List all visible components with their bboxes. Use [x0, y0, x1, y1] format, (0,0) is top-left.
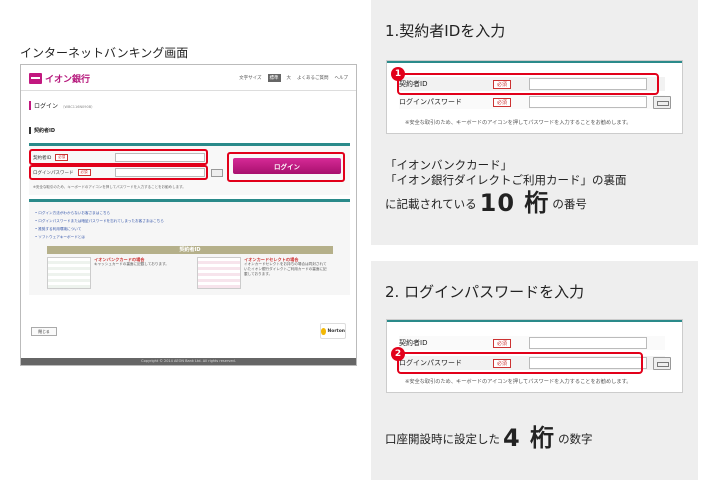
- login-button[interactable]: ログイン: [233, 158, 341, 174]
- help-link-item[interactable]: • ログインパスワードまたは暗証パスワードを忘れてしまったお客さまはこちら: [35, 217, 164, 225]
- step-badge-2: 2: [391, 347, 405, 361]
- aeon-card-select-info: イオンカードセレクトの場合 イオンカードセレクトをお持ちの場合は同封されていたイ…: [197, 257, 333, 295]
- login-heading: ログイン （WBC116N090B）: [29, 101, 95, 110]
- contract-id-input[interactable]: [529, 337, 647, 349]
- required-badge: 必須: [493, 338, 512, 348]
- step2-desc-post: の数字: [558, 432, 593, 446]
- aeon-logo: イオン銀行: [29, 72, 90, 85]
- logo-text: イオン銀行: [45, 75, 91, 85]
- aeon-logo-icon: [29, 73, 42, 84]
- step2-title: 2. ログインパスワードを入力: [385, 283, 585, 301]
- left-title: インターネットバンキング画面: [20, 46, 189, 60]
- password-highlight: [29, 165, 208, 180]
- step2-form-shot: 契約者ID 必須 ログインパスワード 必須 ※安全な取引のため、キーボードのアイ…: [386, 319, 683, 393]
- font-size-label: 文字サイズ: [239, 76, 262, 81]
- id-info-bar: 契約者ID: [47, 246, 333, 254]
- card2-text: イオンカードセレクトをお持ちの場合は同封されていたイオン銀行ダイレクトご利用カー…: [244, 262, 327, 276]
- copyright-footer: Copyright © 2014 AEON Bank Ltd. All righ…: [21, 358, 356, 365]
- step1-password-row: ログインパスワード 必須: [399, 95, 665, 109]
- step1-digit-count: 10 桁: [479, 189, 550, 217]
- required-badge: 必須: [493, 97, 512, 107]
- login-screen-mock: イオン銀行 文字サイズ 標準 大 よくあるご質問 ヘルプ ログイン （WBC116…: [20, 64, 357, 366]
- security-note: ※安全な取引のため、キーボードのアイコンを押してパスワードを入力することをお勧め…: [33, 185, 186, 189]
- step1-form-shot: 契約者ID 必須 ログインパスワード 必須 ※安全な取引のため、キーボードのアイ…: [386, 60, 683, 134]
- step2-panel: 2. ログインパスワードを入力 契約者ID 必須 ログインパスワード 必須 ※安…: [371, 261, 698, 480]
- help-link-item[interactable]: • 推奨する利用環境について: [35, 225, 164, 233]
- help-link[interactable]: ヘルプ: [335, 75, 349, 81]
- help-link-item[interactable]: • ソフトウェアキーボードとは: [35, 233, 164, 241]
- help-links: • ログイン方法がわからないお客さまはこちら • ログインパスワードまたは暗証パ…: [35, 209, 164, 241]
- contract-id-highlight: [397, 73, 659, 95]
- norton-label: Norton: [327, 328, 345, 334]
- aeon-bank-card-info: イオンバンクカードの場合 キャッシュカードの裏面に記載しております。: [47, 257, 183, 295]
- step1-panel: 1.契約者IDを入力 契約者ID 必須 ログインパスワード 必須 ※安全な取引の…: [371, 0, 698, 245]
- mock-topbar: イオン銀行 文字サイズ 標準 大 よくあるご質問 ヘルプ: [21, 65, 356, 91]
- close-button[interactable]: 閉じる: [31, 327, 57, 336]
- login-screen-code: （WBC116N090B）: [61, 105, 95, 109]
- mock-top-nav: 文字サイズ 標準 大 よくあるご質問 ヘルプ: [239, 74, 348, 82]
- help-link-item[interactable]: • ログイン方法がわからないお客さまはこちら: [35, 209, 164, 217]
- step-badge-1: 1: [391, 67, 405, 81]
- password-label: ログインパスワード: [399, 98, 462, 106]
- step1-desc-post: の番号: [552, 197, 587, 211]
- norton-seal: Norton: [320, 323, 346, 339]
- step2-description: 口座開設時に設定した 4 桁の数字: [385, 426, 593, 450]
- step2-contract-id-row: 契約者ID 必須: [399, 336, 665, 350]
- norton-check-icon: [321, 327, 327, 335]
- security-note: ※安全な取引のため、キーボードのアイコンを押してパスワードを入力することをお勧め…: [405, 120, 632, 126]
- font-size-large[interactable]: 大: [287, 75, 292, 81]
- select-card-image: [197, 257, 241, 289]
- faq-link[interactable]: よくあるご質問: [297, 75, 329, 81]
- contract-id-label: 契約者ID: [399, 339, 428, 347]
- section-label: 契約者ID: [29, 127, 55, 134]
- keyboard-icon[interactable]: [653, 357, 671, 370]
- step1-desc-pre: に記載されている: [385, 197, 477, 211]
- contract-id-highlight: [29, 149, 208, 165]
- keyboard-icon[interactable]: [211, 169, 223, 177]
- card1-text: キャッシュカードの裏面に記載しております。: [94, 262, 169, 266]
- step1-description: 「イオンバンクカード」 「イオン銀行ダイレクトご利用カード」の裏面 に記載されて…: [385, 158, 627, 215]
- password-highlight: [397, 352, 643, 374]
- keyboard-icon[interactable]: [653, 96, 671, 109]
- login-heading-text: ログイン: [34, 103, 59, 110]
- bank-card-image: [47, 257, 91, 289]
- step2-digit-count: 4 桁: [503, 424, 556, 452]
- font-size-standard[interactable]: 標準: [267, 74, 281, 82]
- password-input[interactable]: [529, 96, 647, 108]
- security-note: ※安全な取引のため、キーボードのアイコンを押してパスワードを入力することをお勧め…: [405, 379, 632, 385]
- step1-title: 1.契約者IDを入力: [385, 22, 506, 40]
- step2-desc-pre: 口座開設時に設定した: [385, 432, 500, 446]
- step1-desc-line1: 「イオンバンクカード」: [385, 158, 513, 172]
- step1-desc-line2: 「イオン銀行ダイレクトご利用カード」の裏面: [385, 173, 627, 187]
